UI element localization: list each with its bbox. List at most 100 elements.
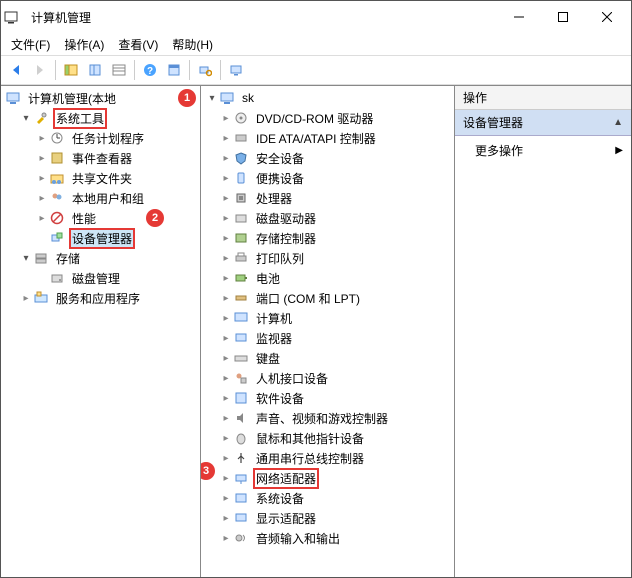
actions-more-label: 更多操作 <box>475 142 523 159</box>
expand-icon[interactable] <box>219 431 233 445</box>
actions-more[interactable]: 更多操作 ▶ <box>455 136 631 165</box>
expand-icon[interactable] <box>35 151 49 165</box>
computer-icon <box>219 90 235 106</box>
device-cpu[interactable]: 处理器 <box>201 188 454 208</box>
device-computer[interactable]: 计算机 <box>201 308 454 328</box>
expand-icon[interactable] <box>219 331 233 345</box>
device-battery[interactable]: 电池 <box>201 268 454 288</box>
device-network-adapters[interactable]: 网络适配器 <box>201 468 454 488</box>
expand-icon[interactable] <box>219 291 233 305</box>
expand-icon[interactable] <box>219 451 233 465</box>
expand-icon[interactable] <box>219 231 233 245</box>
menu-help[interactable]: 帮助(H) <box>166 34 219 55</box>
menu-action[interactable]: 操作(A) <box>58 34 110 55</box>
device-usb[interactable]: 通用串行总线控制器 3 <box>201 448 454 468</box>
actions-selected-node[interactable]: 设备管理器 ▲ <box>455 110 631 136</box>
device-ide[interactable]: IDE ATA/ATAPI 控制器 <box>201 128 454 148</box>
expand-icon[interactable] <box>219 511 233 525</box>
device-monitor[interactable]: 监视器 <box>201 328 454 348</box>
close-button[interactable] <box>585 2 629 32</box>
tree-label: 任务计划程序 <box>69 129 147 148</box>
toolbar-separator <box>189 60 190 80</box>
menu-file[interactable]: 文件(F) <box>5 34 56 55</box>
tree-device-manager[interactable]: 设备管理器 <box>1 228 200 248</box>
device-software[interactable]: 软件设备 <box>201 388 454 408</box>
expand-icon[interactable] <box>219 191 233 205</box>
device-print-queue[interactable]: 打印队列 <box>201 248 454 268</box>
expand-icon[interactable] <box>35 191 49 205</box>
expand-icon[interactable] <box>219 471 233 485</box>
tree-event-viewer[interactable]: 事件查看器 <box>1 148 200 168</box>
expand-icon[interactable] <box>219 391 233 405</box>
tree-performance[interactable]: 性能 2 <box>1 208 200 228</box>
expand-icon[interactable] <box>19 111 33 125</box>
view-list-button[interactable] <box>84 59 106 81</box>
expand-icon[interactable] <box>219 251 233 265</box>
device-audio-io[interactable]: 音频输入和输出 <box>201 528 454 548</box>
device-audio-video[interactable]: 声音、视频和游戏控制器 <box>201 408 454 428</box>
expand-icon[interactable] <box>205 91 219 105</box>
device-display[interactable]: 显示适配器 <box>201 508 454 528</box>
expand-icon[interactable] <box>19 291 33 305</box>
expand-icon[interactable] <box>219 351 233 365</box>
monitor-icon-button[interactable] <box>225 59 247 81</box>
device-keyboard[interactable]: 键盘 <box>201 348 454 368</box>
expand-icon[interactable] <box>219 271 233 285</box>
help-button[interactable]: ? <box>139 59 161 81</box>
tree-task-scheduler[interactable]: 任务计划程序 <box>1 128 200 148</box>
expand-icon[interactable] <box>19 251 33 265</box>
toolbar-separator <box>55 60 56 80</box>
expand-icon[interactable] <box>219 111 233 125</box>
tree-local-users[interactable]: 本地用户和组 <box>1 188 200 208</box>
toolbar: ? <box>1 55 631 85</box>
expand-icon[interactable] <box>219 371 233 385</box>
tree-root-computer-management[interactable]: 计算机管理(本地 1 <box>1 88 200 108</box>
storage-ctrl-icon <box>233 230 249 246</box>
device-tree[interactable]: sk DVD/CD-ROM 驱动器 IDE ATA/ATAPI 控制器 安全设备… <box>201 86 454 556</box>
show-hide-tree-button[interactable] <box>60 59 82 81</box>
expand-icon[interactable] <box>219 311 233 325</box>
console-tree[interactable]: 计算机管理(本地 1 系统工具 任务计划程序 事件查看器 <box>1 86 200 316</box>
device-system[interactable]: 系统设备 <box>201 488 454 508</box>
tree-system-tools[interactable]: 系统工具 <box>1 108 200 128</box>
forward-button[interactable] <box>29 59 51 81</box>
expand-icon[interactable] <box>219 131 233 145</box>
expand-icon[interactable] <box>219 211 233 225</box>
expand-icon[interactable] <box>35 211 49 225</box>
device-mouse[interactable]: 鼠标和其他指针设备 <box>201 428 454 448</box>
back-button[interactable] <box>5 59 27 81</box>
tree-storage[interactable]: 存储 <box>1 248 200 268</box>
tree-services-apps[interactable]: 服务和应用程序 <box>1 288 200 308</box>
device-disk-drives[interactable]: 磁盘驱动器 <box>201 208 454 228</box>
scan-hardware-button[interactable] <box>194 59 216 81</box>
computer-icon <box>5 90 21 106</box>
tree-label: 便携设备 <box>253 169 307 188</box>
expand-icon[interactable] <box>219 171 233 185</box>
expand-icon[interactable] <box>35 131 49 145</box>
device-storage-controllers[interactable]: 存储控制器 <box>201 228 454 248</box>
device-root[interactable]: sk <box>201 88 454 108</box>
maximize-button[interactable] <box>541 2 585 32</box>
expand-icon[interactable] <box>219 151 233 165</box>
actions-pane: 操作 设备管理器 ▲ 更多操作 ▶ <box>455 86 631 577</box>
device-hid[interactable]: 人机接口设备 <box>201 368 454 388</box>
view-detail-button[interactable] <box>108 59 130 81</box>
tree-label: 打印队列 <box>253 249 307 268</box>
device-dvd[interactable]: DVD/CD-ROM 驱动器 <box>201 108 454 128</box>
device-ports[interactable]: 端口 (COM 和 LPT) <box>201 288 454 308</box>
shield-icon <box>233 150 249 166</box>
device-portable[interactable]: 便携设备 <box>201 168 454 188</box>
expand-icon[interactable] <box>219 411 233 425</box>
tree-disk-management[interactable]: 磁盘管理 <box>1 268 200 288</box>
tree-label: 磁盘驱动器 <box>253 209 319 228</box>
expand-icon[interactable] <box>35 171 49 185</box>
expand-icon[interactable] <box>219 491 233 505</box>
expand-icon[interactable] <box>219 531 233 545</box>
app-icon <box>3 9 19 25</box>
folder-share-icon <box>49 170 65 186</box>
device-security[interactable]: 安全设备 <box>201 148 454 168</box>
menu-view[interactable]: 查看(V) <box>112 34 164 55</box>
minimize-button[interactable] <box>497 2 541 32</box>
properties-button[interactable] <box>163 59 185 81</box>
tree-shared-folders[interactable]: 共享文件夹 <box>1 168 200 188</box>
